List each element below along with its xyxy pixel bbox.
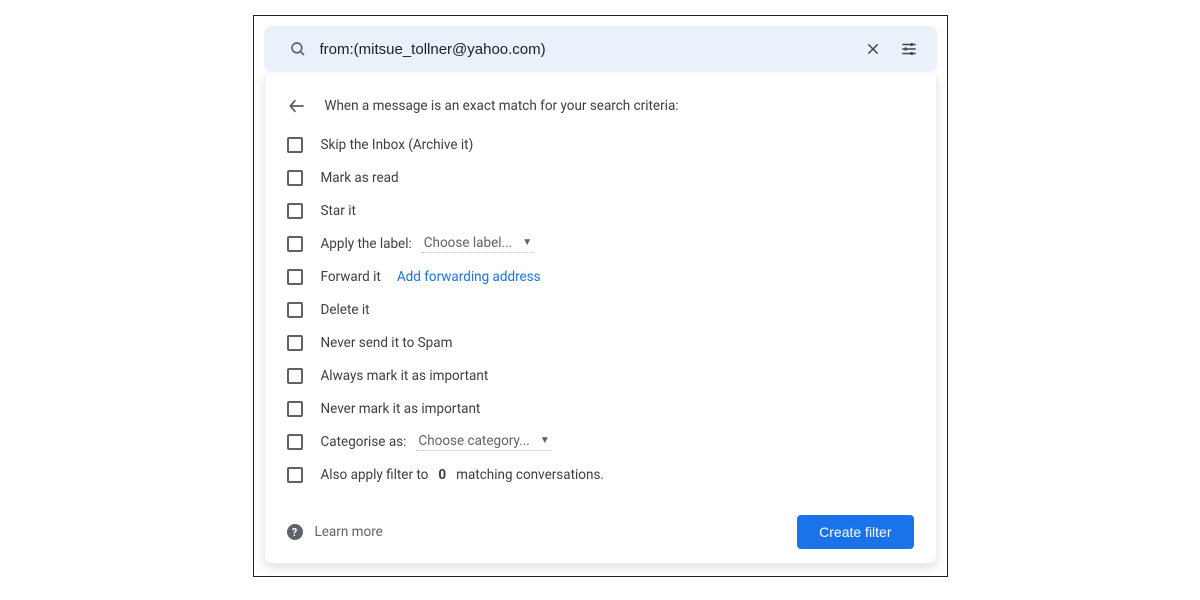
help-icon: ?	[287, 524, 303, 540]
close-icon	[865, 41, 881, 57]
option-label: Never mark it as important	[321, 401, 481, 417]
search-input[interactable]	[316, 41, 855, 58]
checkbox[interactable]	[287, 269, 303, 285]
checkbox[interactable]	[287, 467, 303, 483]
option-mark-read[interactable]: Mark as read	[287, 161, 916, 194]
option-never-important[interactable]: Never mark it as important	[287, 392, 916, 425]
option-label: Star it	[321, 203, 356, 219]
option-label: Forward it Add forwarding address	[321, 269, 541, 285]
label-select-value: Choose label...	[424, 235, 512, 251]
window-frame: When a message is an exact match for you…	[253, 15, 948, 577]
learn-more-link[interactable]: ? Learn more	[287, 524, 383, 540]
option-categorise[interactable]: Categorise as: Choose category... ▼	[287, 425, 916, 458]
back-button[interactable]	[285, 94, 309, 118]
categorise-prefix: Categorise as:	[321, 434, 407, 450]
clear-search-button[interactable]	[855, 31, 891, 67]
checkbox[interactable]	[287, 302, 303, 318]
option-label: Skip the Inbox (Archive it)	[321, 137, 474, 153]
checkbox[interactable]	[287, 137, 303, 153]
label-select[interactable]: Choose label... ▼	[422, 235, 534, 253]
checkbox[interactable]	[287, 368, 303, 384]
option-label: Also apply filter to 0 matching conversa…	[321, 467, 605, 483]
checkbox[interactable]	[287, 434, 303, 450]
option-apply-label[interactable]: Apply the label: Choose label... ▼	[287, 227, 916, 260]
search-bar	[264, 26, 937, 72]
checkbox[interactable]	[287, 335, 303, 351]
checkbox[interactable]	[287, 236, 303, 252]
also-apply-pre: Also apply filter to	[321, 467, 429, 483]
create-filter-button[interactable]: Create filter	[797, 515, 913, 549]
option-always-important[interactable]: Always mark it as important	[287, 359, 916, 392]
apply-label-prefix: Apply the label:	[321, 236, 412, 252]
option-skip-inbox[interactable]: Skip the Inbox (Archive it)	[287, 128, 916, 161]
search-icon	[280, 31, 316, 67]
filter-options-list: Skip the Inbox (Archive it) Mark as read…	[285, 128, 916, 491]
option-never-spam[interactable]: Never send it to Spam	[287, 326, 916, 359]
option-label: Always mark it as important	[321, 368, 489, 384]
tune-icon	[900, 40, 918, 58]
panel-heading: When a message is an exact match for you…	[325, 98, 679, 114]
chevron-down-icon: ▼	[540, 435, 550, 446]
panel-footer: ? Learn more Create filter	[285, 515, 916, 549]
option-label: Categorise as: Choose category... ▼	[321, 433, 552, 451]
learn-more-text: Learn more	[315, 524, 383, 540]
option-delete-it[interactable]: Delete it	[287, 293, 916, 326]
option-label: Delete it	[321, 302, 370, 318]
panel-header: When a message is an exact match for you…	[285, 90, 916, 128]
option-star-it[interactable]: Star it	[287, 194, 916, 227]
checkbox[interactable]	[287, 203, 303, 219]
category-select[interactable]: Choose category... ▼	[416, 433, 551, 451]
arrow-left-icon	[287, 96, 307, 116]
filter-actions-panel: When a message is an exact match for you…	[264, 76, 937, 564]
add-forwarding-address-link[interactable]: Add forwarding address	[397, 269, 541, 285]
chevron-down-icon: ▼	[522, 237, 532, 248]
option-forward-it[interactable]: Forward it Add forwarding address	[287, 260, 916, 293]
option-label: Apply the label: Choose label... ▼	[321, 235, 535, 253]
option-label: Mark as read	[321, 170, 399, 186]
also-apply-post: matching conversations.	[456, 467, 604, 483]
option-label: Never send it to Spam	[321, 335, 453, 351]
forward-it-text: Forward it	[321, 269, 381, 285]
option-also-apply[interactable]: Also apply filter to 0 matching conversa…	[287, 458, 916, 491]
checkbox[interactable]	[287, 401, 303, 417]
matching-count: 0	[438, 467, 446, 483]
search-options-button[interactable]	[891, 31, 927, 67]
checkbox[interactable]	[287, 170, 303, 186]
category-select-value: Choose category...	[418, 433, 529, 449]
